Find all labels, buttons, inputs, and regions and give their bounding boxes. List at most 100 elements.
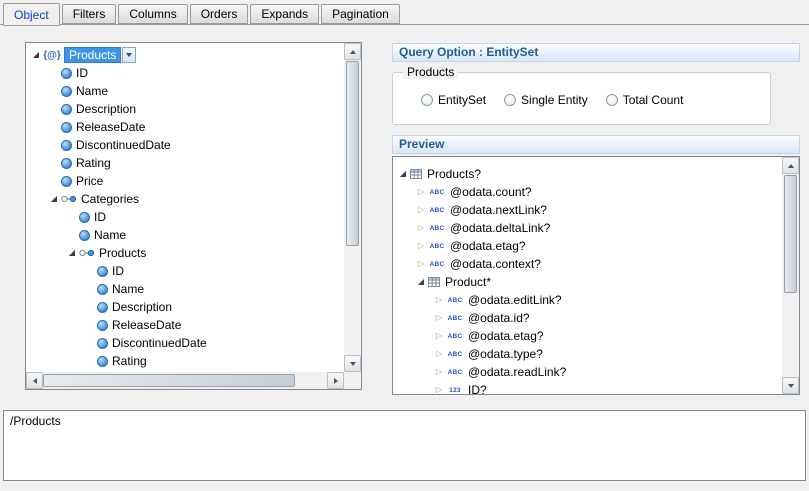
tree-item-odata-type[interactable]: ▷ABC@odata.type? (393, 345, 782, 363)
expand-arrow-icon[interactable]: ▷ (432, 309, 446, 327)
tree-item-odata-etag[interactable]: ▷ABC@odata.etag? (393, 327, 782, 345)
scroll-down-button[interactable] (344, 355, 361, 372)
property-icon (97, 338, 108, 349)
scrollbar-corner (344, 372, 361, 389)
tree-item-odata-nextlink[interactable]: ▷ABC@odata.nextLink? (393, 201, 782, 219)
navigation-property-icon (61, 194, 77, 204)
property-icon (61, 86, 72, 97)
tree-item-rating[interactable]: Rating (26, 154, 344, 172)
tree-item-odata-id[interactable]: ▷ABC @odata.id? (393, 309, 782, 327)
tree-item-odata-count[interactable]: ▷ABC@odata.count? (393, 183, 782, 201)
expand-arrow-icon[interactable]: ▷ (432, 381, 446, 394)
tree-item-odata-readlink[interactable]: ▷ABC@odata.readLink? (393, 363, 782, 381)
tree-item-id[interactable]: ▷123ID? (393, 381, 782, 394)
tree-item-price[interactable]: Price (26, 172, 344, 190)
tab-expands[interactable]: Expands (250, 4, 319, 24)
vertical-scrollbar-thumb[interactable] (346, 61, 359, 246)
tree-item-id[interactable]: ID (26, 64, 344, 82)
tree-item-odata-editlink[interactable]: ▷ABC@odata.editLink? (393, 291, 782, 309)
tree-item-name[interactable]: Name (26, 280, 344, 298)
string-field-icon: ABC (428, 225, 446, 232)
tree-item-releasedate[interactable]: ReleaseDate (26, 118, 344, 136)
string-field-icon: ABC (428, 261, 446, 268)
tree-item-odata-deltalink[interactable]: ▷ABC@odata.deltaLink? (393, 219, 782, 237)
tab-filters[interactable]: Filters (62, 4, 117, 24)
expand-arrow-icon[interactable]: ▷ (432, 327, 446, 345)
collapse-arrow-icon[interactable]: ◢ (414, 273, 428, 291)
object-tree-horizontal-scrollbar[interactable] (26, 372, 344, 389)
tree-item-id[interactable]: ID (26, 262, 344, 280)
collapse-arrow-icon[interactable]: ◢ (29, 46, 43, 64)
tree-item-odata-etag[interactable]: ▷ABC@odata.etag? (393, 237, 782, 255)
tree-item-label: ReleaseDate (112, 318, 181, 332)
tree-item-label: @odata.nextLink? (450, 203, 547, 217)
radio-single-entity[interactable]: Single Entity (504, 93, 588, 107)
tree-item-description[interactable]: Description (26, 100, 344, 118)
tree-item-products[interactable]: ◢{@}Products (26, 46, 344, 64)
tree-item-label: @odata.editLink? (468, 293, 562, 307)
expand-arrow-icon[interactable]: ▷ (414, 183, 428, 201)
expand-arrow-icon[interactable]: ▷ (414, 255, 428, 273)
object-tree-vertical-scrollbar[interactable] (344, 43, 361, 372)
tab-pagination[interactable]: Pagination (321, 4, 400, 24)
tree-item-discontinueddate[interactable]: DiscontinuedDate (26, 334, 344, 352)
radio-entityset[interactable]: EntitySet (421, 93, 486, 107)
expand-arrow-icon[interactable]: ▷ (432, 345, 446, 363)
arrow-down-icon (788, 384, 794, 388)
vertical-scrollbar-thumb[interactable] (784, 175, 797, 293)
preview-title: Preview (399, 137, 444, 151)
tab-columns[interactable]: Columns (118, 4, 187, 24)
tree-item-description[interactable]: Description (26, 298, 344, 316)
tree-item-rating[interactable]: Rating (26, 352, 344, 370)
scroll-up-button[interactable] (344, 43, 361, 60)
tree-item-label: Name (112, 282, 144, 296)
string-field-icon: ABC (446, 315, 464, 322)
radio-circle-icon[interactable] (606, 94, 618, 106)
collapse-arrow-icon[interactable]: ◢ (396, 165, 410, 183)
tree-item-label: @odata.etag? (450, 239, 526, 253)
expand-arrow-icon[interactable]: ▷ (432, 291, 446, 309)
tree-item-products[interactable]: ◢Products? (393, 165, 782, 183)
root-entity-dropdown-button[interactable] (122, 47, 136, 63)
expression-input[interactable]: /Products (3, 410, 806, 481)
query-option-radio-group: EntitySet Single Entity Total Count (421, 93, 683, 107)
preview-vertical-scrollbar[interactable] (782, 157, 799, 394)
expand-arrow-icon[interactable]: ▷ (432, 363, 446, 381)
preview-panel: ◢Products?▷ABC@odata.count?▷ABC@odata.ne… (392, 156, 800, 395)
expand-arrow-icon[interactable]: ▷ (414, 237, 428, 255)
horizontal-scrollbar-thumb[interactable] (43, 374, 295, 387)
tab-orders[interactable]: Orders (190, 4, 249, 24)
scroll-up-button[interactable] (782, 157, 799, 174)
tree-item-categories[interactable]: ◢Categories (26, 190, 344, 208)
expand-arrow-icon[interactable]: ▷ (414, 201, 428, 219)
radio-label: EntitySet (438, 93, 486, 107)
tree-item-name[interactable]: Name (26, 82, 344, 100)
radio-circle-icon[interactable] (421, 94, 433, 106)
string-field-icon: ABC (446, 351, 464, 358)
tree-item-odata-context[interactable]: ▷ABC@odata.context? (393, 255, 782, 273)
property-icon (61, 104, 72, 115)
property-icon (61, 158, 72, 169)
property-icon (61, 122, 72, 133)
collapse-arrow-icon[interactable]: ◢ (65, 244, 79, 262)
radio-circle-icon[interactable] (504, 94, 516, 106)
tree-item-product[interactable]: ◢Product* (393, 273, 782, 291)
scroll-down-button[interactable] (782, 377, 799, 394)
tree-item-releasedate[interactable]: ReleaseDate (26, 316, 344, 334)
tree-item-products[interactable]: ◢Products (26, 244, 344, 262)
scroll-right-button[interactable] (327, 372, 344, 389)
property-icon (97, 266, 108, 277)
tree-item-discontinueddate[interactable]: DiscontinuedDate (26, 136, 344, 154)
tab-object[interactable]: Object (3, 3, 60, 26)
tree-item-name[interactable]: Name (26, 226, 344, 244)
tree-item-label: @odata.id? (468, 311, 530, 325)
tree-item-label: @odata.etag? (468, 329, 544, 343)
tree-item-id[interactable]: ID (26, 208, 344, 226)
scroll-left-button[interactable] (26, 372, 43, 389)
collapse-arrow-icon[interactable]: ◢ (47, 190, 61, 208)
radio-total-count[interactable]: Total Count (606, 93, 684, 107)
tree-item-label: Name (94, 228, 126, 242)
tree-item-label: DiscontinuedDate (76, 138, 171, 152)
expand-arrow-icon[interactable]: ▷ (414, 219, 428, 237)
tree-item-label: Price (76, 174, 103, 188)
